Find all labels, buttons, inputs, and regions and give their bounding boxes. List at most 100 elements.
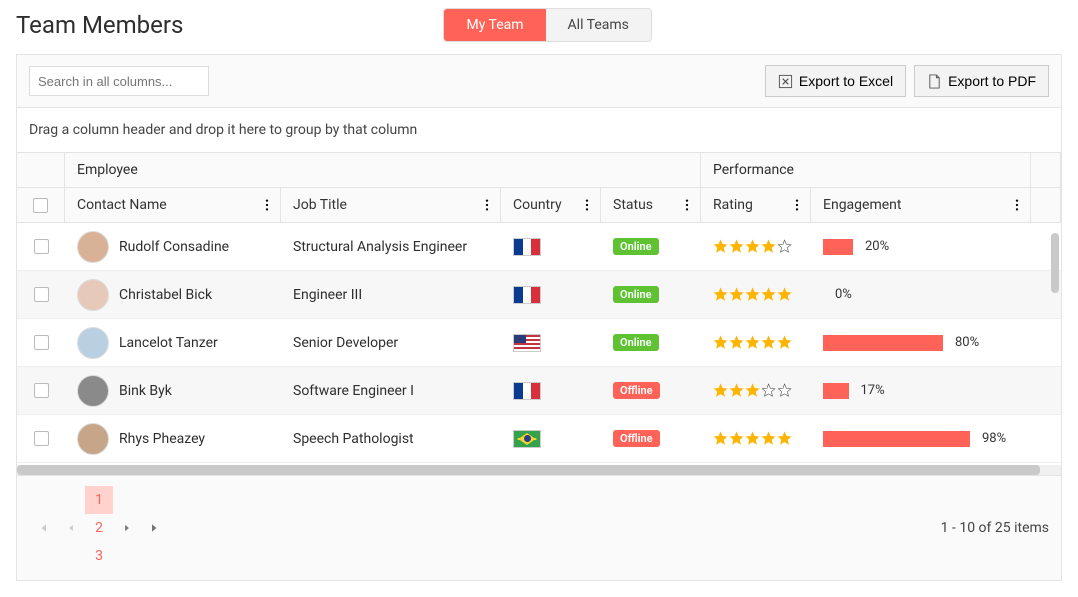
row-checkbox[interactable] bbox=[34, 239, 49, 254]
column-menu-country[interactable] bbox=[580, 198, 594, 212]
job-title-label: Engineer III bbox=[293, 287, 362, 303]
pager-first-button[interactable] bbox=[29, 514, 57, 542]
star-icon bbox=[713, 383, 728, 398]
column-menu-job-title[interactable] bbox=[480, 198, 494, 212]
pager-last-button[interactable] bbox=[141, 514, 169, 542]
cell-status: Online bbox=[601, 319, 701, 366]
chevron-right-icon bbox=[122, 523, 132, 533]
star-icon bbox=[761, 383, 776, 398]
column-engagement[interactable]: Engagement bbox=[811, 188, 1031, 222]
row-select-cell[interactable] bbox=[17, 415, 65, 462]
search-input[interactable] bbox=[29, 66, 209, 96]
star-icon bbox=[713, 431, 728, 446]
pager-next-button[interactable] bbox=[113, 514, 141, 542]
row-select-cell[interactable] bbox=[17, 367, 65, 414]
star-icon bbox=[745, 335, 760, 350]
row-checkbox[interactable] bbox=[34, 335, 49, 350]
page-title: Team Members bbox=[16, 11, 183, 39]
cell-status: Offline bbox=[601, 415, 701, 462]
grid-pager: 123 1 - 10 of 25 items bbox=[17, 475, 1061, 580]
column-group-employee[interactable]: Employee bbox=[65, 153, 701, 187]
flag-france-icon bbox=[513, 382, 541, 400]
engagement-bar bbox=[823, 239, 853, 255]
first-page-icon bbox=[37, 522, 49, 534]
tab-my-team[interactable]: My Team bbox=[444, 9, 545, 41]
pager-page-3[interactable]: 3 bbox=[85, 542, 113, 570]
rating-stars bbox=[713, 383, 792, 398]
star-icon bbox=[745, 431, 760, 446]
table-row[interactable]: Bink BykSoftware Engineer IOffline17% bbox=[17, 367, 1061, 415]
cell-country bbox=[501, 223, 601, 270]
row-select-cell[interactable] bbox=[17, 271, 65, 318]
column-menu-contact-name[interactable] bbox=[260, 198, 274, 212]
group-drop-hint[interactable]: Drag a column header and drop it here to… bbox=[17, 108, 1061, 153]
contact-name-label: Lancelot Tanzer bbox=[119, 335, 218, 351]
vertical-scrollbar[interactable] bbox=[1047, 153, 1061, 463]
cell-contact-name: Lancelot Tanzer bbox=[65, 319, 281, 366]
star-icon bbox=[713, 287, 728, 302]
star-icon bbox=[713, 239, 728, 254]
cell-country bbox=[501, 319, 601, 366]
cell-rating bbox=[701, 319, 811, 366]
pager-page-2[interactable]: 2 bbox=[85, 514, 113, 542]
tab-all-teams[interactable]: All Teams bbox=[546, 9, 651, 41]
chevron-left-icon bbox=[66, 523, 76, 533]
grid-toolbar: Export to Excel Export to PDF bbox=[17, 55, 1061, 108]
column-job-title-label: Job Title bbox=[293, 197, 347, 213]
row-checkbox[interactable] bbox=[34, 383, 49, 398]
kebab-icon bbox=[260, 198, 274, 212]
column-group-performance[interactable]: Performance bbox=[701, 153, 1031, 187]
grid-body: Rudolf ConsadineStructural Analysis Engi… bbox=[17, 223, 1061, 463]
table-row[interactable]: Rudolf ConsadineStructural Analysis Engi… bbox=[17, 223, 1061, 271]
avatar bbox=[77, 279, 109, 311]
horizontal-scroll-thumb[interactable] bbox=[17, 465, 1040, 475]
column-rating[interactable]: Rating bbox=[701, 188, 811, 222]
cell-job-title: Speech Pathologist bbox=[281, 415, 501, 462]
contact-name-label: Bink Byk bbox=[119, 383, 172, 399]
cell-contact-name: Rudolf Consadine bbox=[65, 223, 281, 270]
table-row[interactable]: Christabel BickEngineer IIIOnline0% bbox=[17, 271, 1061, 319]
kebab-icon bbox=[480, 198, 494, 212]
column-menu-engagement[interactable] bbox=[1010, 198, 1024, 212]
star-icon bbox=[729, 383, 744, 398]
vertical-scroll-thumb[interactable] bbox=[1051, 233, 1059, 293]
column-job-title[interactable]: Job Title bbox=[281, 188, 501, 222]
status-badge: Offline bbox=[613, 382, 660, 399]
column-menu-rating[interactable] bbox=[790, 198, 804, 212]
column-menu-status[interactable] bbox=[680, 198, 694, 212]
column-header-groups: Employee Performance bbox=[17, 153, 1061, 188]
flag-france-icon bbox=[513, 238, 541, 256]
star-icon bbox=[777, 431, 792, 446]
select-all-header bbox=[17, 153, 65, 187]
star-icon bbox=[777, 287, 792, 302]
column-contact-name[interactable]: Contact Name bbox=[65, 188, 281, 222]
pager-prev-button[interactable] bbox=[57, 514, 85, 542]
status-badge: Online bbox=[613, 238, 659, 255]
avatar bbox=[77, 327, 109, 359]
row-checkbox[interactable] bbox=[34, 287, 49, 302]
table-row[interactable]: Lancelot TanzerSenior DeveloperOnline80% bbox=[17, 319, 1061, 367]
status-badge: Offline bbox=[613, 430, 660, 447]
select-all-checkbox[interactable] bbox=[33, 198, 48, 213]
export-pdf-button[interactable]: Export to PDF bbox=[914, 65, 1049, 97]
flag-france-icon bbox=[513, 286, 541, 304]
row-select-cell[interactable] bbox=[17, 223, 65, 270]
export-excel-button[interactable]: Export to Excel bbox=[765, 65, 906, 97]
cell-job-title: Structural Analysis Engineer bbox=[281, 223, 501, 270]
cell-contact-name: Bink Byk bbox=[65, 367, 281, 414]
row-select-cell[interactable] bbox=[17, 319, 65, 366]
cell-job-title: Senior Developer bbox=[281, 319, 501, 366]
column-status[interactable]: Status bbox=[601, 188, 701, 222]
job-title-label: Speech Pathologist bbox=[293, 431, 414, 447]
select-all-cell[interactable] bbox=[17, 188, 65, 222]
kebab-icon bbox=[580, 198, 594, 212]
status-badge: Online bbox=[613, 286, 659, 303]
row-checkbox[interactable] bbox=[34, 431, 49, 446]
rating-stars bbox=[713, 335, 792, 350]
engagement-label: 0% bbox=[835, 287, 852, 302]
table-row[interactable]: Rhys PheazeySpeech PathologistOffline98% bbox=[17, 415, 1061, 463]
horizontal-scrollbar[interactable] bbox=[17, 465, 1061, 475]
star-icon bbox=[729, 239, 744, 254]
column-country[interactable]: Country bbox=[501, 188, 601, 222]
pager-page-1[interactable]: 1 bbox=[85, 486, 113, 514]
